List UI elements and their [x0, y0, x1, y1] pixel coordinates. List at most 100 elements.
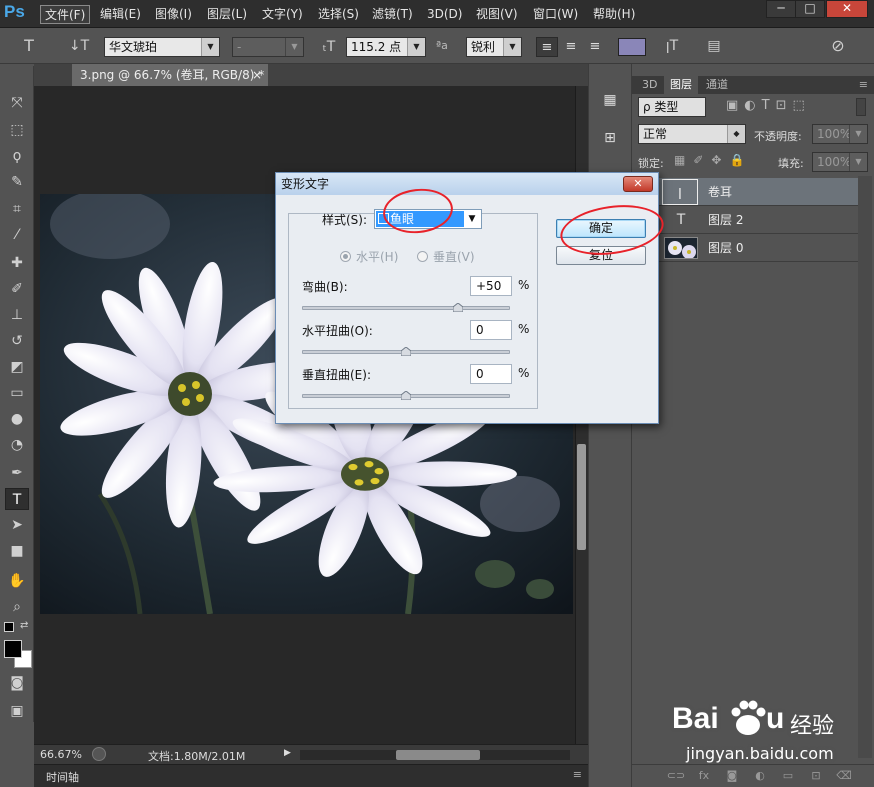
fill-field[interactable]: 100% ▼ — [812, 152, 868, 172]
dialog-close-button[interactable]: ✕ — [623, 176, 653, 192]
brush-tool-icon[interactable]: ✐ — [5, 278, 29, 300]
layer-style-icon[interactable]: fx — [694, 768, 714, 784]
status-info-icon[interactable] — [92, 747, 106, 761]
cancel-edit-icon[interactable]: ⊘ — [826, 36, 850, 56]
swatches-dock-icon[interactable]: ▦ — [596, 88, 624, 112]
font-style-select[interactable]: - ▼ — [232, 37, 304, 57]
layer-row[interactable]: T 图层 2 — [632, 206, 858, 234]
bend-input[interactable]: +50 — [470, 276, 512, 296]
close-tab-icon[interactable]: × — [252, 64, 262, 86]
vertical-distortion-input[interactable]: 0 — [470, 364, 512, 384]
healing-brush-tool-icon[interactable]: ✚ — [5, 252, 29, 274]
bend-slider[interactable] — [302, 306, 510, 310]
type-tool-preset-icon[interactable]: T — [16, 36, 42, 56]
styles-dock-icon[interactable]: ⊞ — [596, 126, 624, 150]
anti-alias-select[interactable]: 锐利 ▼ — [466, 37, 522, 57]
move-tool-icon[interactable]: ⤧ — [5, 92, 29, 114]
zoom-tool-icon[interactable]: ⌕ — [5, 596, 29, 618]
bend-slider-thumb[interactable] — [453, 303, 463, 312]
warp-text-icon[interactable]: ꞁT — [660, 36, 684, 56]
menu-bar: Ps 文件(F) 编辑(E) 图像(I) 图层(L) 文字(Y) 选择(S) 滤… — [0, 0, 874, 28]
eraser-tool-icon[interactable]: ◩ — [5, 356, 29, 378]
align-left-button[interactable]: ≡ — [536, 37, 558, 57]
layer-row[interactable]: ꞁ 卷耳 — [632, 178, 858, 206]
adjustment-layer-icon[interactable]: ◐ — [750, 768, 770, 784]
menu-3d[interactable]: 3D(D) — [423, 5, 466, 24]
tab-layers[interactable]: 图层 — [664, 76, 698, 94]
history-brush-tool-icon[interactable]: ↺ — [5, 330, 29, 352]
menu-help[interactable]: 帮助(H) — [589, 5, 639, 24]
horizontal-distortion-slider-thumb[interactable] — [401, 347, 411, 356]
quick-select-tool-icon[interactable]: ✎ — [5, 171, 29, 193]
maximize-button[interactable]: □ — [795, 0, 825, 18]
screen-mode-icon[interactable]: ▣ — [5, 700, 29, 722]
font-family-select[interactable]: 华文琥珀 ▼ — [104, 37, 220, 57]
shape-tool-icon[interactable]: ■ — [5, 540, 29, 562]
minimize-button[interactable]: ─ — [766, 0, 796, 18]
menu-image[interactable]: 图像(I) — [151, 5, 196, 24]
tab-channels[interactable]: 通道 — [700, 76, 734, 94]
default-colors-icon[interactable] — [4, 622, 14, 632]
quick-mask-icon[interactable]: ◙ — [5, 672, 29, 694]
font-size-value: 115.2 点 — [351, 40, 402, 54]
align-right-button[interactable]: ≡ — [584, 37, 606, 57]
horizontal-radio[interactable] — [340, 251, 351, 262]
dodge-tool-icon[interactable]: ◔ — [5, 434, 29, 456]
layer-filter-select[interactable]: ρ 类型 — [638, 97, 706, 117]
panel-menu-icon[interactable]: ≡ — [859, 78, 868, 91]
vertical-distortion-slider-thumb[interactable] — [401, 391, 411, 400]
gradient-tool-icon[interactable]: ▭ — [5, 382, 29, 404]
menu-view[interactable]: 视图(V) — [472, 5, 522, 24]
layers-scrollbar[interactable] — [858, 176, 872, 758]
chevron-down-icon: ▼ — [468, 214, 476, 224]
stamp-tool-icon[interactable]: ⊥ — [5, 304, 29, 326]
add-mask-icon[interactable]: ◙ — [722, 768, 742, 784]
timeline-label[interactable]: 时间轴 — [46, 769, 79, 785]
status-menu-arrow-icon[interactable]: ▶ — [284, 748, 291, 758]
close-window-button[interactable]: ✕ — [826, 0, 868, 18]
foreground-color-swatch[interactable] — [4, 640, 22, 658]
hand-tool-icon[interactable]: ✋ — [5, 570, 29, 592]
menu-edit[interactable]: 编辑(E) — [96, 5, 145, 24]
new-group-icon[interactable]: ▭ — [778, 768, 798, 784]
zoom-level[interactable]: 66.67% — [40, 748, 82, 761]
menu-select[interactable]: 选择(S) — [314, 5, 363, 24]
opacity-field[interactable]: 100% ▼ — [812, 124, 868, 144]
swap-colors-icon[interactable]: ⇄ — [20, 620, 32, 632]
vertical-radio[interactable] — [417, 251, 428, 262]
text-color-swatch[interactable] — [618, 38, 646, 56]
filter-toggle-icon[interactable] — [856, 98, 866, 116]
menu-file[interactable]: 文件(F) — [40, 5, 91, 24]
document-tab[interactable]: 3.png @ 66.7% (卷耳, RGB/8) * × — [72, 64, 268, 86]
layer-row[interactable]: 图层 0 — [632, 234, 858, 262]
panel-menu-icon[interactable]: ≡ — [573, 768, 582, 781]
lock-icons[interactable]: ▦✐✥🔒 — [674, 153, 752, 167]
type-tool-icon[interactable]: T — [5, 488, 29, 510]
horizontal-scroll-thumb[interactable] — [396, 750, 480, 760]
crop-tool-icon[interactable]: ⌗ — [5, 198, 29, 220]
eyedropper-tool-icon[interactable]: ⁄ — [5, 224, 29, 246]
character-panel-icon[interactable]: ▤ — [702, 36, 726, 56]
lasso-tool-icon[interactable]: ϙ — [5, 145, 29, 167]
new-layer-icon[interactable]: ⊡ — [806, 768, 826, 784]
warped-text-layer-icon: ꞁ — [662, 179, 698, 205]
link-layers-icon[interactable]: ⊂⊃ — [666, 768, 686, 784]
tab-3d[interactable]: 3D — [636, 76, 663, 94]
align-center-button[interactable]: ≡ — [560, 37, 582, 57]
delete-layer-icon[interactable]: ⌫ — [834, 768, 854, 784]
horizontal-distortion-input[interactable]: 0 — [470, 320, 512, 340]
font-size-select[interactable]: 115.2 点 ▼ — [346, 37, 426, 57]
blend-mode-select[interactable]: 正常 ◆ — [638, 124, 746, 144]
pen-tool-icon[interactable]: ✒ — [5, 462, 29, 484]
blur-tool-icon[interactable]: ● — [5, 408, 29, 430]
marquee-tool-icon[interactable]: ⬚ — [5, 119, 29, 141]
menu-filter[interactable]: 滤镜(T) — [368, 5, 417, 24]
canvas-scroll-thumb[interactable] — [577, 444, 586, 550]
path-select-tool-icon[interactable]: ➤ — [5, 514, 29, 536]
toggle-text-orientation-icon[interactable]: ↓T — [66, 36, 92, 56]
document-size: 文档:1.80M/2.01M — [148, 750, 246, 763]
menu-layer[interactable]: 图层(L) — [203, 5, 251, 24]
layer-filter-icons[interactable]: ▣◐T⊡⬚ — [726, 98, 854, 116]
menu-window[interactable]: 窗口(W) — [529, 5, 582, 24]
menu-type[interactable]: 文字(Y) — [258, 5, 307, 24]
